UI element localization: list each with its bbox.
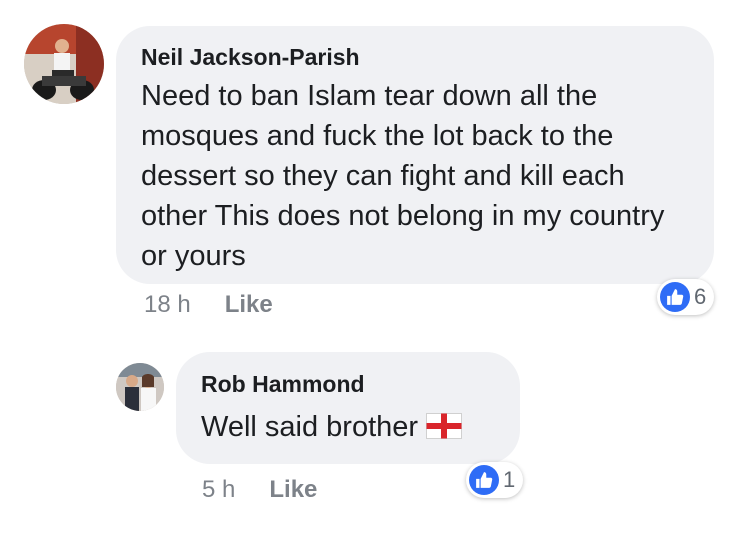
- thumbs-up-icon: [660, 282, 690, 312]
- person-on-motorbike-photo: [24, 24, 104, 104]
- couple-photo: [116, 363, 164, 411]
- thumbs-up-icon: [469, 465, 499, 495]
- reaction-summary[interactable]: 1: [466, 462, 524, 498]
- avatar[interactable]: [116, 363, 164, 411]
- comment-text-line: Well said brother: [201, 407, 496, 450]
- comment-bubble: Neil Jackson-Parish Need to ban Islam te…: [116, 26, 714, 284]
- comment-text: Well said brother: [201, 411, 419, 443]
- timestamp[interactable]: 5 h: [202, 476, 235, 504]
- reaction-count: 6: [694, 284, 707, 309]
- reaction-summary[interactable]: 6: [657, 279, 715, 315]
- timestamp[interactable]: 18 h: [144, 291, 191, 319]
- england-flag-icon: [426, 410, 463, 450]
- avatar[interactable]: [24, 24, 104, 104]
- like-button[interactable]: Like: [225, 291, 273, 319]
- like-button[interactable]: Like: [269, 476, 317, 504]
- comment-text: Need to ban Islam tear down all the mosq…: [141, 80, 665, 272]
- comment-meta: 5 h Like: [202, 476, 317, 504]
- reaction-count: 1: [503, 467, 516, 492]
- comment-bubble: Rob Hammond Well said brother: [176, 352, 520, 464]
- comment-meta: 18 h Like: [144, 291, 273, 319]
- comment-author[interactable]: Rob Hammond: [201, 369, 496, 399]
- comment-author[interactable]: Neil Jackson-Parish: [141, 42, 690, 72]
